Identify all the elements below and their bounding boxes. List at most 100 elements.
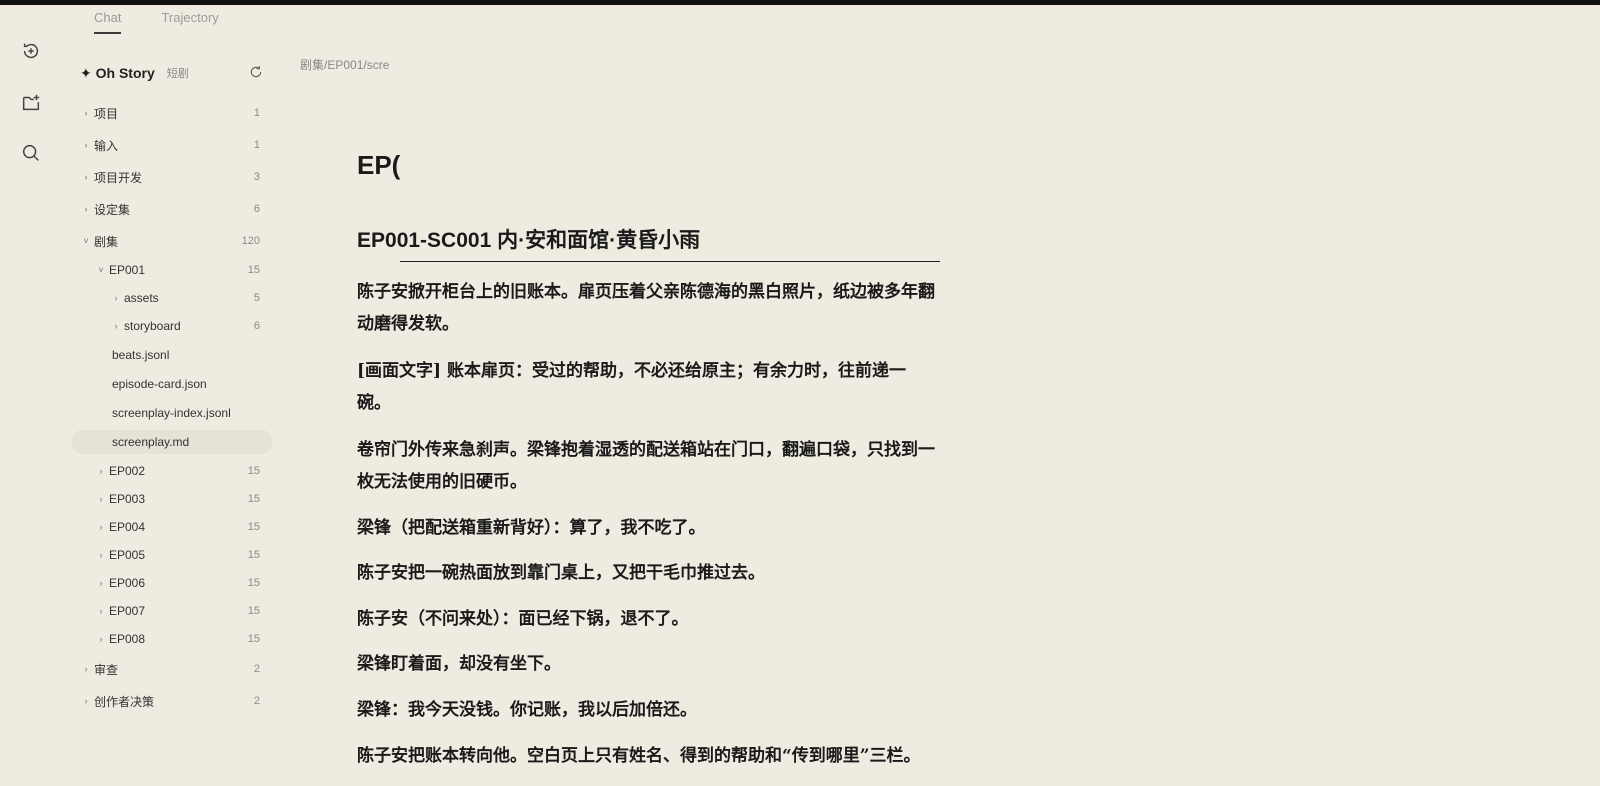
tree-item-label: EP004: [109, 520, 146, 534]
tree-folder[interactable]: › 项目 1: [72, 101, 272, 125]
tree-folder[interactable]: › 设定集 6: [72, 197, 272, 221]
heading-divider: [400, 261, 940, 262]
tree-folder[interactable]: › EP008 15: [72, 627, 272, 651]
screenplay-paragraph: 陈子安（不问来处）：面已经下锅，退不了。: [357, 609, 689, 629]
chevron-right-icon[interactable]: ›: [95, 466, 107, 476]
project-name: ✦ Oh Story: [80, 64, 155, 81]
refresh-button[interactable]: [248, 64, 266, 82]
chevron-right-icon[interactable]: ›: [95, 578, 107, 588]
tree-item-label: EP008: [109, 632, 146, 646]
tree-item-count: 1: [253, 107, 260, 119]
screenplay-paragraph: 梁锋盯着面，却没有坐下。: [357, 654, 561, 674]
sidebar: Chat Trajectory ✦ Oh Story 短剧 › 项目 1 › 输入 1 › 项…: [64, 5, 280, 786]
screenplay-paragraph: [画面文字] 账本扉页：受过的帮助，不必还给原主；有余力时，往前递一碗。: [357, 361, 907, 413]
tree-item-label: EP007: [109, 604, 146, 618]
chevron-right-icon[interactable]: ›: [95, 550, 107, 560]
project-type-badge: 短剧: [166, 68, 189, 80]
plus-circle-icon: [23, 43, 39, 59]
tree-item-count: 3: [253, 171, 260, 183]
tree-file[interactable]: screenplay-index.jsonl: [72, 401, 272, 425]
chevron-right-icon[interactable]: ›: [95, 522, 107, 532]
screenplay-paragraph: 陈子安把一碗热面放到靠门桌上，又把干毛巾推过去。: [357, 563, 765, 583]
tab-chat[interactable]: Chat: [94, 10, 122, 34]
screenplay-paragraph: 陈子安掀开柜台上的旧账本。扉页压着父亲陈德海的黑白照片，纸边被多年翻动磨得发软。: [357, 282, 935, 334]
tree-item-label: 输入: [94, 138, 119, 153]
tree-item-label: EP006: [109, 576, 146, 590]
chevron-down-icon[interactable]: ˅: [95, 265, 107, 275]
tree-folder[interactable]: › EP004 15: [72, 515, 272, 539]
tree-folder[interactable]: › EP003 15: [72, 487, 272, 511]
tree-folder[interactable]: › EP002 15: [72, 459, 272, 483]
tree-item-label: 项目: [94, 106, 119, 121]
icon-rail: [0, 5, 64, 786]
tree-folder[interactable]: › 审查 2: [72, 657, 272, 681]
tree-folder[interactable]: › assets 5: [72, 286, 272, 310]
chevron-right-icon[interactable]: ›: [110, 321, 122, 331]
tab-trajectory[interactable]: Trajectory: [161, 10, 218, 34]
chevron-right-icon[interactable]: ›: [95, 606, 107, 616]
tree-folder[interactable]: › 创作者决策 2: [72, 689, 272, 713]
tree-folder[interactable]: › storyboard 6: [72, 314, 272, 338]
tree-item-count: 6: [253, 320, 260, 332]
tree-item-label: screenplay.md: [112, 435, 190, 449]
tree-item-count: 15: [247, 465, 260, 477]
screenplay-paragraph: 卷帘门外传来急刹声。梁锋抱着湿透的配送箱站在门口，翻遍口袋，只找到一枚无法使用的…: [357, 440, 935, 492]
tree-item-label: EP002: [109, 464, 146, 478]
tree-item-label: 项目开发: [94, 170, 143, 185]
tree-item-count: 15: [247, 521, 260, 533]
tree-item-count: 5: [253, 292, 260, 304]
breadcrumb[interactable]: 剧集/EP001/scre: [300, 56, 389, 73]
tree-folder[interactable]: › EP007 15: [72, 599, 272, 623]
tree-item-label: storyboard: [124, 319, 181, 333]
tree-item-label: 创作者决策: [94, 694, 155, 709]
tree-file[interactable]: screenplay.md: [72, 430, 272, 454]
tree-folder[interactable]: ˅ EP001 15: [72, 258, 272, 282]
tree-item-count: 2: [253, 663, 260, 675]
tree-item-count: 2: [253, 695, 260, 707]
tree-folder[interactable]: › EP005 15: [72, 543, 272, 567]
tree-item-label: 设定集: [94, 202, 131, 217]
tree-item-label: 审查: [94, 662, 119, 677]
page-title: EP(: [357, 150, 400, 180]
chevron-right-icon[interactable]: ›: [80, 172, 92, 182]
tree-item-count: 6: [253, 203, 260, 215]
screenplay-paragraph: 陈子安把账本转向他。空白页上只有姓名、得到的帮助和“传到哪里”三栏。: [357, 746, 921, 766]
project-header: ✦ Oh Story 短剧: [80, 61, 276, 85]
tree-item-count: 120: [241, 235, 260, 247]
screenplay-paragraph: 梁锋：我今天没钱。你记账，我以后加倍还。: [357, 700, 697, 720]
tree-item-label: assets: [124, 291, 159, 305]
chevron-right-icon[interactable]: ›: [95, 494, 107, 504]
chevron-right-icon[interactable]: ›: [95, 634, 107, 644]
tree-item-count: 15: [247, 264, 260, 276]
tree-item-count: 15: [247, 493, 260, 505]
chevron-right-icon[interactable]: ›: [80, 664, 92, 674]
tree-file[interactable]: beats.jsonl: [72, 343, 272, 367]
chevron-right-icon[interactable]: ›: [110, 293, 122, 303]
tree-item-count: 15: [247, 577, 260, 589]
tree-item-label: EP003: [109, 492, 146, 506]
folder-plus-icon: [22, 94, 40, 111]
scene-heading: EP001-SC001 内·安和面馆·黄昏小雨: [357, 229, 701, 252]
tree-item-label: EP001: [109, 263, 146, 277]
tree-folder[interactable]: › EP006 15: [72, 571, 272, 595]
chevron-down-icon[interactable]: ˅: [80, 236, 92, 246]
chevron-right-icon[interactable]: ›: [80, 108, 92, 118]
tree-item-count: 15: [247, 633, 260, 645]
tree-item-label: 剧集: [94, 234, 119, 249]
tree-item-count: 15: [247, 549, 260, 561]
search-icon: [22, 144, 39, 161]
sidebar-tabs: Chat Trajectory: [94, 10, 219, 34]
refresh-icon: [250, 66, 262, 78]
chevron-right-icon[interactable]: ›: [80, 140, 92, 150]
new-chat-button[interactable]: [18, 38, 44, 64]
tree-folder[interactable]: › 输入 1: [72, 133, 272, 157]
tree-file[interactable]: episode-card.json: [72, 372, 272, 396]
chevron-right-icon[interactable]: ›: [80, 696, 92, 706]
tree-folder[interactable]: ˅ 剧集 120: [72, 229, 272, 253]
tree-item-count: 1: [253, 139, 260, 151]
tree-folder[interactable]: › 项目开发 3: [72, 165, 272, 189]
chevron-right-icon[interactable]: ›: [80, 204, 92, 214]
tree-item-label: screenplay-index.jsonl: [112, 406, 231, 420]
search-button[interactable]: [18, 140, 44, 166]
add-project-button[interactable]: [18, 90, 44, 116]
